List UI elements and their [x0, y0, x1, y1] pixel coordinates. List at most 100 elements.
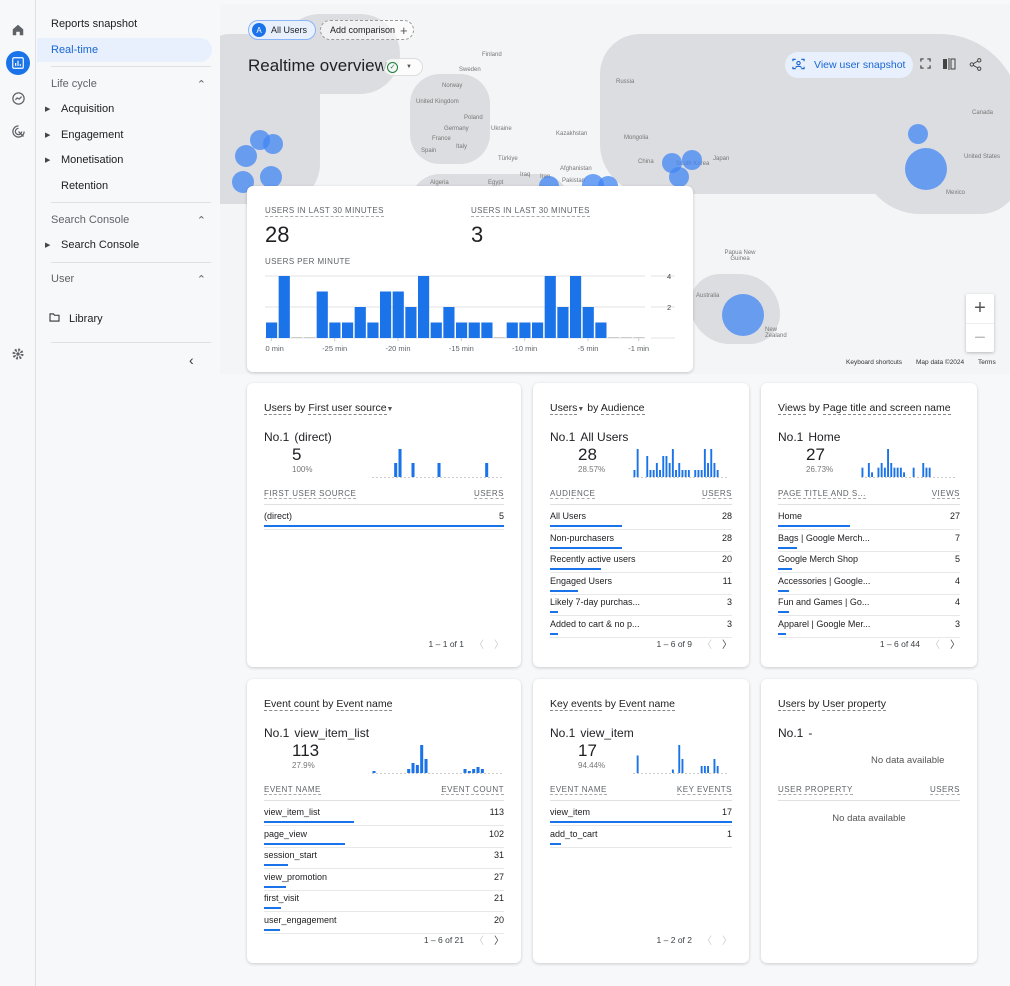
table-row[interactable]: Added to cart & no p... 3 — [550, 616, 732, 638]
dimension-selector[interactable]: Event name — [618, 698, 675, 711]
dimension-selector[interactable]: Event name — [336, 698, 393, 711]
sparkline-bar — [485, 463, 489, 477]
nav-item-engagement[interactable]: ▶ Engagement — [45, 129, 123, 141]
table-row[interactable]: first_visit 21 — [264, 890, 504, 912]
view-user-snapshot-button[interactable]: View user snapshot — [785, 52, 913, 78]
metric-selector[interactable]: Users — [778, 698, 806, 711]
table-row[interactable]: Likely 7-day purchas... 3 — [550, 594, 732, 616]
map-bubble[interactable] — [722, 294, 764, 336]
table-row[interactable]: Engaged Users 11 — [550, 573, 732, 595]
nav-item-search-console[interactable]: ▶ Search Console — [45, 239, 139, 251]
dimension-selector[interactable]: First user source — [308, 402, 387, 415]
table-row[interactable]: Recently active users 20 — [550, 551, 732, 573]
sparkline-bar — [861, 467, 864, 477]
map-bubble[interactable] — [905, 148, 947, 190]
segment-chip-all-users[interactable]: A All Users — [248, 20, 316, 40]
column-header[interactable]: FIRST USER SOURCE — [264, 489, 357, 499]
column-header[interactable]: AUDIENCE — [550, 489, 596, 499]
chevron-left-icon[interactable]: ‹ — [189, 352, 194, 368]
compare-icon[interactable] — [942, 58, 956, 73]
reports-icon[interactable] — [6, 51, 30, 75]
chevron-left-icon[interactable]: 〈 — [930, 636, 940, 651]
zoom-in-button[interactable]: + — [966, 294, 994, 323]
keyboard-shortcuts-link[interactable]: Keyboard shortcuts — [846, 359, 902, 366]
metric-selector[interactable]: Users — [550, 402, 578, 415]
table-row[interactable]: page_view 102 — [264, 826, 504, 848]
users-per-minute-chart[interactable]: 2 4 -30 min -25 min -20 min -15 min -10 min -5 … — [265, 270, 685, 356]
data-quality-badge[interactable]: ✓ ▼ — [383, 58, 423, 76]
table-row[interactable]: user_engagement 20 — [264, 912, 504, 934]
add-comparison-button[interactable]: Add comparison + — [320, 20, 414, 40]
chevron-left-icon[interactable]: 〈 — [474, 636, 484, 651]
table-row[interactable]: view_item_list 113 — [264, 804, 504, 826]
nav-realtime[interactable]: Real-time — [37, 38, 212, 62]
dropdown-arrow-icon[interactable]: ▼ — [387, 406, 394, 413]
chevron-right-icon[interactable]: 〉 — [950, 636, 960, 651]
home-icon[interactable] — [6, 18, 30, 42]
column-header[interactable]: EVENT NAME — [550, 785, 607, 795]
zoom-out-button[interactable]: − — [966, 323, 994, 352]
share-icon[interactable] — [969, 58, 982, 74]
metric-selector[interactable]: Users — [264, 402, 292, 415]
nav-reports-snapshot[interactable]: Reports snapshot — [51, 18, 137, 30]
chevron-right-icon[interactable]: 〉 — [494, 932, 504, 947]
chevron-right-icon[interactable]: 〉 — [722, 932, 732, 947]
dimension-selector[interactable]: Audience — [600, 402, 645, 415]
table-row[interactable]: Bags | Google Merch... 7 — [778, 530, 960, 552]
dimension-selector[interactable]: User property — [822, 698, 886, 711]
nav-item-library[interactable]: Library — [49, 313, 103, 325]
nav-section-user[interactable]: User ⌃ — [51, 273, 206, 286]
table-row[interactable]: view_promotion 27 — [264, 869, 504, 891]
metric-selector[interactable]: Key events — [550, 698, 602, 711]
nav-section-life-cycle[interactable]: Life cycle ⌃ — [51, 78, 206, 91]
kpi-label[interactable]: USERS IN LAST 30 MINUTES — [471, 206, 590, 217]
explore-icon[interactable] — [6, 86, 30, 110]
sparkline-bar — [716, 470, 719, 477]
column-header[interactable]: EVENT COUNT — [441, 785, 504, 795]
advertising-icon[interactable] — [6, 119, 30, 143]
map-bubble[interactable] — [669, 167, 689, 187]
map-bubble[interactable] — [235, 145, 257, 167]
chevron-right-icon[interactable]: 〉 — [722, 636, 732, 651]
chevron-left-icon[interactable]: 〈 — [702, 636, 712, 651]
chevron-left-icon[interactable]: 〈 — [702, 932, 712, 947]
metric-selector[interactable]: Views — [778, 402, 806, 415]
table-row[interactable]: session_start 31 — [264, 847, 504, 869]
column-header[interactable]: USERS — [701, 489, 732, 499]
fullscreen-icon[interactable] — [920, 58, 931, 72]
chevron-right-icon[interactable]: 〉 — [494, 636, 504, 651]
column-header[interactable]: VIEWS — [931, 489, 960, 499]
table-row[interactable]: Apparel | Google Mer... 3 — [778, 616, 960, 638]
table-row[interactable]: view_item 17 — [550, 804, 732, 826]
table-row[interactable]: Accessories | Google... 4 — [778, 573, 960, 595]
nav-item-acquisition[interactable]: ▶ Acquisition — [45, 103, 114, 115]
dimension-selector[interactable]: Page title and screen name — [822, 402, 951, 415]
chevron-left-icon[interactable]: 〈 — [474, 932, 484, 947]
nav-item-retention[interactable]: Retention — [45, 180, 108, 192]
nav-item-monetisation[interactable]: ▶ Monetisation — [45, 154, 123, 166]
kpi-label[interactable]: USERS IN LAST 30 MINUTES — [265, 206, 384, 217]
map-bubble[interactable] — [908, 124, 928, 144]
column-header[interactable]: EVENT NAME — [264, 785, 321, 795]
table-row[interactable]: (direct) 5 — [264, 508, 504, 530]
map-label: China — [638, 159, 654, 165]
table-row[interactable]: All Users 28 — [550, 508, 732, 530]
column-header[interactable]: USERS — [473, 489, 504, 499]
map-bubble[interactable] — [682, 150, 702, 170]
terms-link[interactable]: Terms — [978, 359, 996, 366]
column-header[interactable]: PAGE TITLE AND S... — [778, 489, 866, 499]
table-row[interactable]: Home 27 — [778, 508, 960, 530]
map-bubble[interactable] — [260, 166, 282, 188]
metric-selector[interactable]: Event count — [264, 698, 320, 711]
nav-section-search-console[interactable]: Search Console ⌃ — [51, 214, 206, 227]
row-name: Added to cart & no p... — [550, 618, 640, 629]
table-row[interactable]: Google Merch Shop 5 — [778, 551, 960, 573]
table-row[interactable]: Fun and Games | Go... 4 — [778, 594, 960, 616]
map-bubble[interactable] — [263, 134, 283, 154]
table-row[interactable]: Non-purchasers 28 — [550, 530, 732, 552]
column-header[interactable]: KEY EVENTS — [676, 785, 732, 795]
table-row[interactable]: add_to_cart 1 — [550, 826, 732, 848]
column-header[interactable]: USERS — [929, 785, 960, 795]
column-header[interactable]: USER PROPERTY — [778, 785, 853, 795]
gear-icon[interactable] — [6, 342, 30, 366]
